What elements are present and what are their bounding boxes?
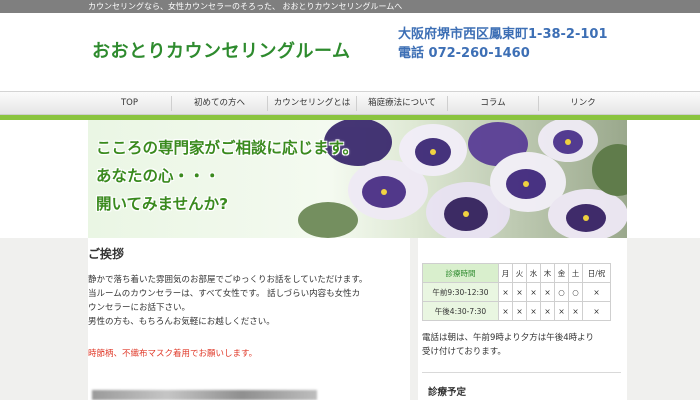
day-header: 土 [568, 263, 583, 283]
availability-cell: × [554, 301, 569, 321]
day-header: 火 [512, 263, 527, 283]
divider [422, 372, 621, 373]
availability-cell: × [498, 301, 513, 321]
table-row: 午前9:30-12:30 × × × × ○ ○ × [422, 282, 611, 302]
schedule-title: 診療予定 [428, 387, 467, 398]
hero-banner: こころの専門家がご相談に応じます。 あなたの心・・・ 開いてみませんか? [88, 120, 627, 238]
hero-headline-2: あなたの心・・・ [96, 167, 221, 185]
nav-item-links[interactable]: リンク [539, 92, 627, 115]
greeting-line-2: 当ルームのカウンセラーは、すべて女性です。 話しづらい内容も女性カ [88, 289, 361, 299]
nav-item-first-time[interactable]: 初めての方へ [172, 92, 267, 115]
office-hours-table: 診療時間 月 火 水 木 金 土 日/祝 午前9:30-12:30 × × × … [422, 263, 611, 321]
day-header: 水 [526, 263, 541, 283]
hero-margin-right [627, 120, 700, 238]
availability-cell: × [582, 301, 611, 321]
tagline-text: カウンセリングなら、女性カウンセラーのそろった、 おおとりカウンセリングルームへ [88, 2, 403, 11]
day-header: 木 [540, 263, 555, 283]
greeting-title: ご挨拶 [88, 247, 125, 261]
hero-headline-1: こころの専門家がご相談に応じます。 [96, 139, 358, 157]
day-header: 月 [498, 263, 513, 283]
availability-cell: × [540, 282, 555, 302]
phone-hours-note: 電話は朝は、午前9時より夕方は午後4時より 受け付けております。 [422, 331, 594, 359]
greeting-line-4: 男性の方も、もちろんお気軽にお越しください。 [88, 317, 275, 327]
day-header: 金 [554, 263, 569, 283]
greeting-line-1: 静かで落ち着いた雰囲気のお部屋でごゆっくりお話をしていただけます。 [88, 275, 368, 285]
nav-item-counseling[interactable]: カウンセリングとは [268, 92, 356, 115]
time-slot-label: 午前9:30-12:30 [422, 282, 499, 302]
greeting-line-3: ウンセラーにお話下さい。 [88, 303, 191, 313]
availability-cell: × [582, 282, 611, 302]
nav-item-top[interactable]: TOP [88, 92, 171, 115]
availability-cell: ○ [554, 282, 569, 302]
hero-margin-left [0, 120, 88, 238]
nav-item-column[interactable]: コラム [448, 92, 538, 115]
availability-cell: × [568, 301, 583, 321]
table-row: 午後4:30-7:30 × × × × × × × [422, 301, 611, 321]
phone-hours-line-1: 電話は朝は、午前9時より夕方は午後4時より [422, 333, 594, 343]
site-header: おおとりカウンセリングルーム 大阪府堺市西区鳳東町1-38-2-101 電話 0… [0, 13, 700, 91]
mask-notice: 時節柄、不織布マスク着用でお願いします。 [88, 349, 258, 359]
availability-cell: × [526, 301, 541, 321]
nav-item-sandplay[interactable]: 箱庭療法について [357, 92, 447, 115]
availability-cell: × [498, 282, 513, 302]
hours-header: 診療時間 [422, 263, 499, 283]
hero-headline-3: 開いてみませんか? [96, 195, 229, 213]
availability-cell: × [512, 301, 527, 321]
main-nav: TOP 初めての方へ カウンセリングとは 箱庭療法について コラム リンク [0, 91, 700, 115]
site-title[interactable]: おおとりカウンセリングルーム [92, 37, 350, 63]
time-slot-label: 午後4:30-7:30 [422, 301, 499, 321]
availability-cell: × [526, 282, 541, 302]
room-photo [92, 390, 317, 400]
day-header: 日/祝 [582, 263, 611, 283]
address-text: 大阪府堺市西区鳳東町1-38-2-101 [398, 27, 608, 42]
tagline-bar: カウンセリングなら、女性カウンセラーのそろった、 おおとりカウンセリングルームへ [0, 0, 700, 13]
availability-cell: ○ [568, 282, 583, 302]
phone-hours-line-2: 受け付けております。 [422, 347, 506, 357]
availability-cell: × [512, 282, 527, 302]
phone-text: 電話 072-260-1460 [398, 46, 530, 61]
availability-cell: × [540, 301, 555, 321]
